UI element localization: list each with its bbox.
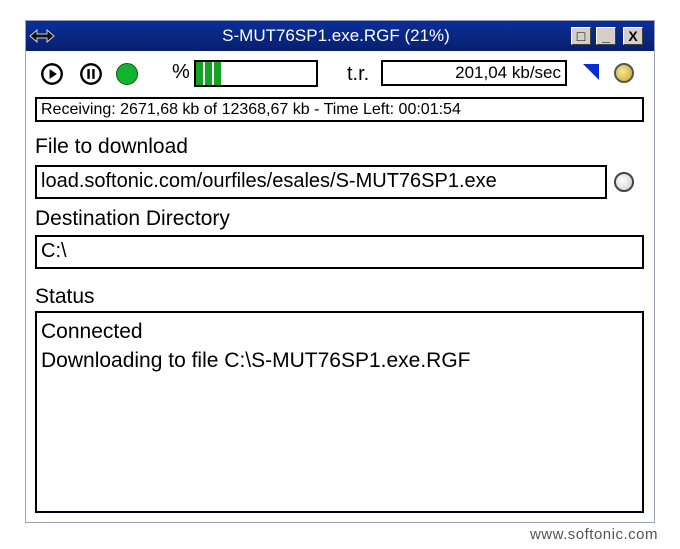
close-icon: X: [628, 28, 638, 44]
rate-value: 201,04 kb/sec: [381, 60, 567, 86]
restore-icon: □: [576, 28, 586, 44]
title-bar[interactable]: S-MUT76SP1.exe.RGF (21%) □ _ X: [26, 21, 654, 51]
status-line-connected: Connected: [41, 320, 143, 343]
window-title: S-MUT76SP1.exe.RGF (21%): [222, 26, 450, 45]
watermark-text: www.softonic.com: [529, 526, 658, 543]
gold-circle-icon[interactable]: [614, 63, 634, 83]
progress-bar: [194, 60, 318, 87]
status-label: Status: [35, 285, 95, 308]
blue-triangle-icon[interactable]: [583, 64, 599, 80]
minimize-button[interactable]: _: [596, 27, 616, 45]
file-to-download-label: File to download: [35, 135, 188, 158]
receiving-status: Receiving: 2671,68 kb of 12368,67 kb - T…: [35, 97, 644, 122]
browse-circle-icon[interactable]: [614, 172, 634, 192]
green-light-icon: [116, 63, 138, 85]
status-line-downloading: Downloading to file C:\S-MUT76SP1.exe.RG…: [41, 349, 471, 372]
download-window: S-MUT76SP1.exe.RGF (21%) □ _ X % t.r. 20…: [25, 20, 655, 523]
progress-fill: [196, 62, 222, 85]
destination-directory-label: Destination Directory: [35, 207, 230, 230]
restore-button[interactable]: □: [571, 27, 591, 45]
minimize-icon: _: [602, 28, 610, 44]
play-icon[interactable]: [41, 63, 63, 85]
close-button[interactable]: X: [623, 27, 643, 45]
percent-label: %: [172, 61, 190, 83]
status-log[interactable]: Connected Downloading to file C:\S-MUT76…: [35, 311, 644, 513]
rate-label: t.r.: [347, 63, 370, 85]
file-url-input[interactable]: load.softonic.com/ourfiles/esales/S-MUT7…: [35, 165, 607, 199]
pause-icon[interactable]: [80, 63, 102, 85]
destination-directory-input[interactable]: C:\: [35, 235, 644, 269]
